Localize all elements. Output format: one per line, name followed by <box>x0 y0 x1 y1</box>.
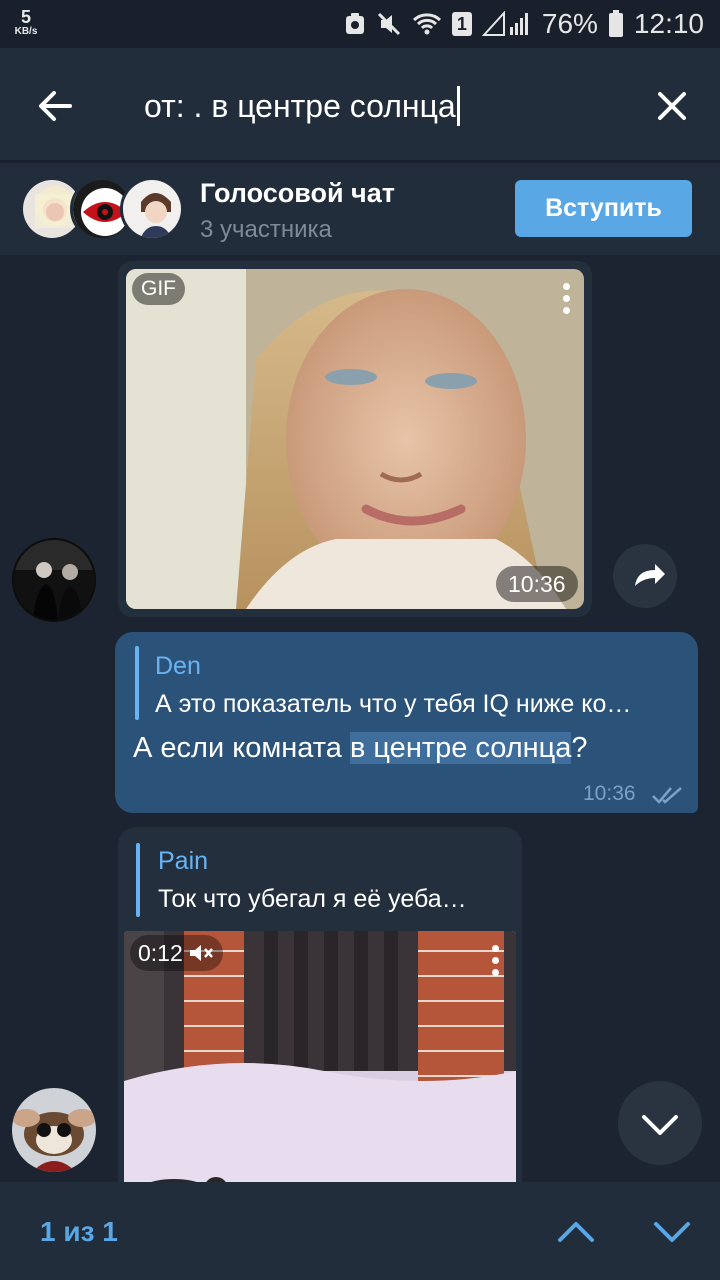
close-icon <box>658 92 686 120</box>
video-duration-pill[interactable]: 0:12 <box>130 935 223 971</box>
gif-image[interactable] <box>126 269 584 609</box>
status-bar: 5 KB/s 1 76% 12:10 <box>0 0 720 48</box>
gif-menu-button[interactable] <box>563 283 571 319</box>
search-input[interactable]: от: . в центре солнца <box>144 84 624 128</box>
search-results-nav: 1 из 1 <box>0 1182 720 1280</box>
share-icon <box>635 564 665 586</box>
wifi-icon <box>412 13 441 35</box>
clear-search-button[interactable] <box>648 82 696 130</box>
search-header: от: . в центре солнца <box>0 48 720 160</box>
next-result-button[interactable] <box>648 1208 696 1256</box>
chevron-down-icon <box>654 1222 690 1242</box>
gif-timestamp: 10:36 <box>496 566 578 602</box>
incoming-message[interactable]: Pain Ток что убегал я её уеба… <box>118 827 522 1182</box>
network-speed-value: 5 <box>20 7 31 27</box>
previous-result-button[interactable] <box>552 1208 600 1256</box>
arrow-left-icon <box>39 91 72 121</box>
chevron-up-icon <box>558 1222 594 1242</box>
shield-app-icon <box>345 13 364 34</box>
clock: 12:10 <box>633 8 704 39</box>
gif-message[interactable] <box>118 261 592 617</box>
chevron-down-icon <box>642 1115 678 1135</box>
reply-author[interactable]: Pain <box>158 847 208 876</box>
reply-author[interactable]: Den <box>155 652 201 681</box>
outgoing-message[interactable]: Den А это показатель что у тебя IQ ниже … <box>115 632 698 813</box>
scroll-to-bottom-button[interactable] <box>618 1081 702 1165</box>
battery-percent: 76% <box>541 8 598 39</box>
sender-avatar[interactable] <box>12 1088 96 1172</box>
message-text-after: ? <box>571 732 588 764</box>
search-query: от: . в центре солнца <box>144 87 456 124</box>
reply-preview[interactable]: Ток что убегал я её уеба… <box>158 885 508 914</box>
battery-icon <box>608 10 623 37</box>
message-text: А если комната в центре солнца? <box>133 732 588 765</box>
voice-chat-title: Голосовой чат <box>200 178 395 208</box>
forward-button[interactable] <box>613 544 677 608</box>
voice-chat-bar[interactable]: Голосовой чат 3 участника Вступить <box>0 163 720 255</box>
reply-indicator <box>135 646 139 720</box>
sender-avatar[interactable] <box>12 538 96 622</box>
voice-chat-participants: 3 участника <box>200 216 332 243</box>
participant-avatars <box>20 177 184 241</box>
message-timestamp: 10:36 <box>583 782 636 805</box>
network-speed-unit: KB/s <box>14 26 38 37</box>
message-text-before: А если комната <box>133 732 350 764</box>
read-checks-icon <box>652 787 682 804</box>
search-match-highlight: в центре солнца <box>349 732 572 764</box>
back-button[interactable] <box>32 82 80 130</box>
text-cursor <box>456 86 460 126</box>
join-button[interactable]: Вступить <box>515 180 692 237</box>
network-speed: 5 KB/s <box>8 8 44 38</box>
gif-badge: GIF <box>132 273 185 305</box>
chat-area[interactable]: GIF 10:36 Den А это показатель что у теб… <box>0 255 720 1182</box>
video-menu-button[interactable] <box>492 945 500 981</box>
reply-indicator <box>136 843 140 917</box>
muted-speaker-icon <box>189 945 213 961</box>
mute-icon <box>377 12 400 36</box>
reply-preview[interactable]: А это показатель что у тебя IQ ниже ко… <box>155 690 683 719</box>
avatar <box>120 177 184 241</box>
result-counter: 1 из 1 <box>40 1216 118 1247</box>
signal-icon <box>481 11 528 36</box>
sim-badge: 1 <box>451 12 472 36</box>
video-duration: 0:12 <box>138 939 183 966</box>
status-icons: 1 76% 12:10 <box>344 6 704 42</box>
